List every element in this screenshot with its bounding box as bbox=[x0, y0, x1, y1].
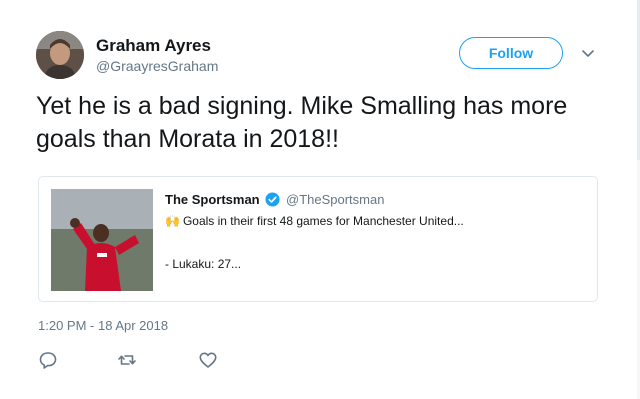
chevron-down-icon[interactable] bbox=[580, 45, 596, 61]
quoted-tweet-image bbox=[51, 189, 153, 291]
tweet-timestamp[interactable]: 1:20 PM - 18 Apr 2018 bbox=[38, 318, 168, 333]
quoted-text-line2: - Lukaku: 27... bbox=[165, 257, 242, 271]
quoted-author-name: The Sportsman bbox=[165, 192, 260, 207]
quoted-text-line1: 🙌 Goals in their first 48 games for Manch… bbox=[165, 214, 464, 228]
heart-icon[interactable] bbox=[198, 350, 218, 370]
author-name[interactable]: Graham Ayres bbox=[96, 36, 211, 56]
quoted-tweet-card[interactable]: The Sportsman @TheSportsman 🙌 Goals in th… bbox=[38, 176, 598, 302]
verified-badge-icon bbox=[265, 192, 280, 207]
follow-button[interactable]: Follow bbox=[459, 37, 563, 69]
quoted-author-handle: @TheSportsman bbox=[286, 192, 385, 207]
quoted-text-line1-body: Goals in their first 48 games for Manche… bbox=[182, 214, 464, 228]
author-handle[interactable]: @GraayresGraham bbox=[96, 58, 218, 74]
raised-hands-emoji: 🙌 bbox=[165, 214, 180, 228]
reply-icon[interactable] bbox=[38, 350, 58, 370]
author-avatar[interactable] bbox=[36, 31, 84, 79]
retweet-icon[interactable] bbox=[117, 350, 137, 370]
tweet-text: Yet he is a bad signing. Mike Smalling h… bbox=[36, 92, 568, 153]
